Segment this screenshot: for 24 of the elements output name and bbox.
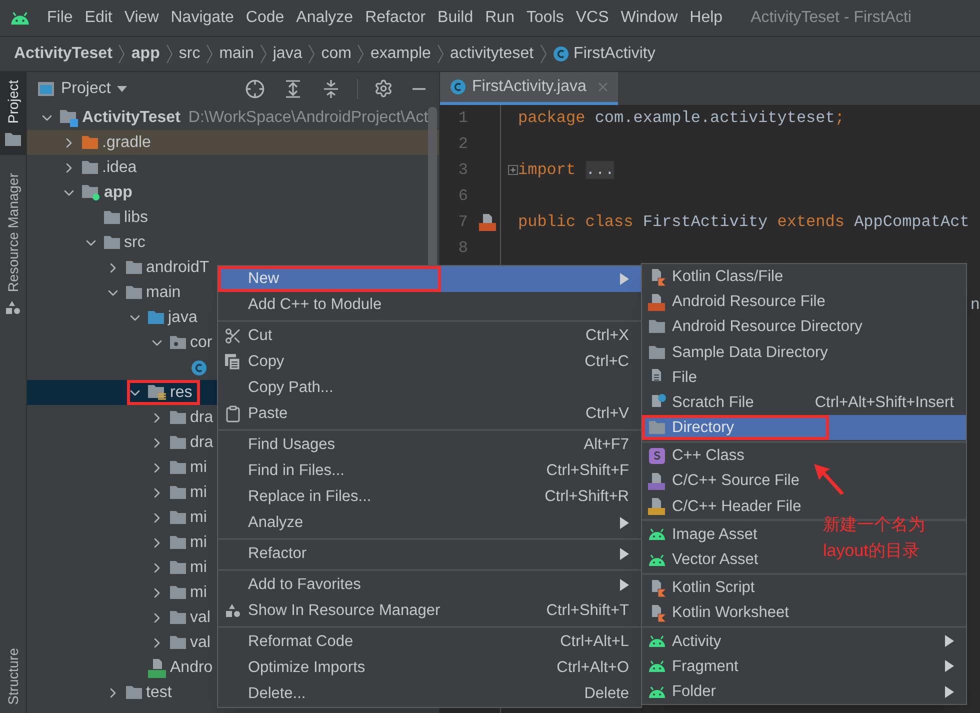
- shortcut-label: Ctrl+Shift+F: [546, 461, 629, 482]
- line-number: 8: [457, 238, 468, 259]
- line-number: 2: [457, 134, 468, 155]
- shortcut-label: Ctrl+Shift+R: [544, 487, 629, 508]
- shortcut-label: Alt+F7: [584, 435, 629, 456]
- shortcut-label: Ctrl+Alt+O: [556, 658, 629, 678]
- code-line: import ...: [518, 160, 614, 181]
- shortcut-label: Ctrl+Alt+Shift+Insert: [814, 392, 954, 413]
- code-text: n: [970, 295, 980, 316]
- code-line: package com.example.activityteset;: [518, 108, 844, 129]
- annotation-note: 新建一个名为 layout的目录: [823, 514, 925, 562]
- line-number: 6: [457, 186, 468, 207]
- shortcut-label: Ctrl+V: [586, 404, 629, 424]
- shortcut-label: Ctrl+C: [584, 352, 629, 372]
- shortcut-label: Ctrl+X: [586, 326, 629, 346]
- code-line: public class FirstActivity extends AppCompatAct: [518, 212, 970, 233]
- line-number: 7: [457, 212, 468, 233]
- shortcut-label: Ctrl+Shift+T: [546, 601, 629, 622]
- line-number: 1: [457, 108, 468, 129]
- window-title: ActivityTeset - FirstActi: [750, 8, 912, 28]
- shortcut-label: Ctrl+Alt+L: [560, 632, 629, 652]
- shortcut-label: Delete: [584, 684, 629, 704]
- line-number: 3: [457, 160, 468, 181]
- project-path: D:\WorkSpace\AndroidProject\Act: [188, 108, 428, 128]
